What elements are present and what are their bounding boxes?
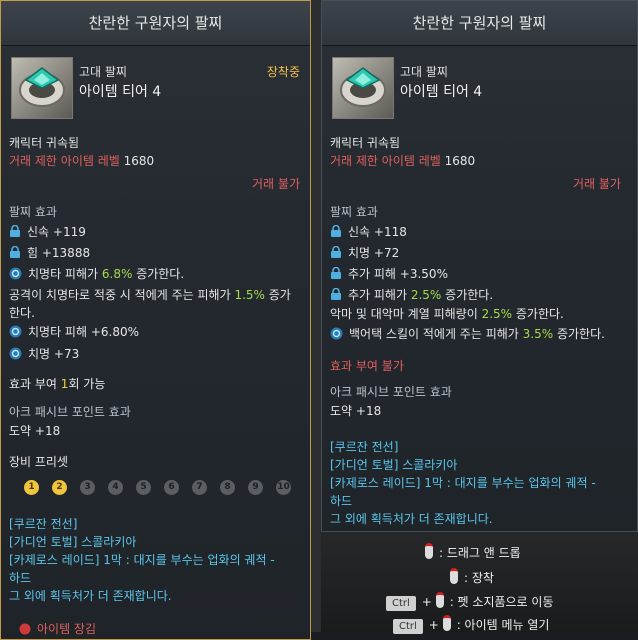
item-title: 찬란한 구원자의 팔찌 (322, 1, 637, 46)
item-title: 찬란한 구원자의 팔찌 (1, 1, 310, 46)
lock-icon (331, 225, 341, 237)
effect-text: 치명 +72 (348, 246, 400, 260)
effect-row: 추가 피해 +3.50% (330, 265, 448, 282)
preset-title: 장비 프리셋 (9, 455, 69, 469)
lock-icon (331, 288, 341, 300)
mouse-button-icon (442, 615, 451, 631)
preset-slot-1[interactable]: 1 (24, 480, 39, 495)
effect-row: 치명타 피해 +6.80% (9, 323, 139, 340)
effect-row: 치명타 피해가 6.8% 증가한다. (9, 265, 184, 282)
mouse-button-icon (435, 592, 444, 608)
preset-slot-6[interactable]: 6 (164, 480, 179, 495)
source-entry: [카제로스 레이드] 1막 : 대지를 부수는 업화의 궤적 - (9, 553, 275, 567)
preset-slot-4[interactable]: 4 (108, 480, 123, 495)
source-entry: 하드 (9, 571, 32, 585)
engraving-effect-icon (330, 327, 343, 340)
effect-row: 추가 피해가 2.5% 증가한다. (330, 286, 493, 303)
trade-limit-label: 거래 제한 아이템 레벨 (330, 154, 441, 168)
bind-status: 캐릭터 귀속됨 (9, 136, 80, 150)
lock-icon (10, 225, 20, 237)
effect-row: 치명 +72 (330, 244, 399, 261)
effect-text: 힘 +13888 (27, 246, 91, 260)
item-grade: 고대 팔찌 (79, 65, 127, 79)
mouse-button-icon (450, 568, 458, 584)
source-entry: [카제로스 레이드] 1막 : 대지를 부수는 업화의 궤적 - (330, 476, 596, 490)
warning-icon (19, 623, 31, 635)
hint-equip: : 장착 (450, 568, 494, 586)
effect-row: 신속 +119 (9, 223, 86, 240)
source-entry: [쿠르잔 전선] (330, 440, 399, 454)
effect-row: 공격이 치명타로 적중 시 적에게 주는 피해가 1.5% 증가 (9, 288, 291, 302)
lock-icon (10, 246, 20, 258)
mouse-button-icon (425, 543, 433, 559)
effect-row: 힘 +13888 (9, 244, 90, 261)
hint-move-to-pet: Ctrl + : 펫 소지품으로 이동 (386, 592, 554, 611)
effect-grant-unavailable: 효과 부여 불가 (330, 359, 404, 373)
preset-slot-9[interactable]: 9 (248, 480, 263, 495)
item-grade: 고대 팔찌 (400, 65, 448, 79)
effect-grant-count: 효과 부여 1회 가능 (9, 377, 106, 391)
engraving-effect-icon (9, 347, 22, 360)
lock-icon (331, 246, 341, 258)
preset-slot-10[interactable]: 10 (276, 480, 291, 495)
trade-status: 거래 불가 (252, 177, 300, 191)
equipped-item-tooltip: 찬란한 구원자의 팔찌 고대 팔찌 아이템 티어 4 장착중 캐릭터 귀속됨 거… (0, 0, 311, 640)
bind-status: 캐릭터 귀속됨 (330, 136, 401, 150)
engraving-effect-icon (9, 267, 22, 280)
compare-item-tooltip: 찬란한 구원자의 팔찌 고대 팔찌 아이템 티어 4 캐릭터 귀속됨 거래 제한… (321, 0, 638, 532)
source-more: 그 외에 획득처가 더 존재합니다. (9, 589, 172, 603)
bracelet-item-icon (11, 57, 73, 119)
source-entry: [가디언 토벌] 스콜라키아 (330, 458, 458, 472)
item-tier: 아이템 티어 4 (79, 84, 162, 100)
hint-item-menu: Ctrl + : 아이템 메뉴 열기 (393, 615, 549, 634)
source-more: 그 외에 획득처가 더 존재합니다. (330, 512, 493, 526)
effect-text: 신속 +119 (27, 225, 86, 239)
trade-limit: 거래 제한 아이템 레벨 1680 (9, 152, 154, 169)
trade-limit: 거래 제한 아이템 레벨 1680 (330, 152, 475, 169)
effects-title: 팔찌 효과 (330, 205, 378, 219)
trade-limit-value: 1680 (444, 154, 476, 168)
bottom-warning: 아이템 장김 (19, 620, 96, 637)
source-entry: [가디언 토벌] 스콜라키아 (9, 535, 137, 549)
game-background-scene (311, 0, 321, 632)
ark-passive-title: 아크 패시브 포인트 효과 (330, 385, 452, 399)
effects-title: 팔찌 효과 (9, 205, 57, 219)
bracelet-item-icon (332, 57, 394, 119)
ark-passive-value: 도약 +18 (330, 404, 382, 418)
effect-text: 추가 피해 +3.50% (348, 267, 448, 281)
preset-slot-2[interactable]: 2 (52, 480, 67, 495)
equipped-badge: 장착중 (266, 65, 300, 79)
lock-icon (331, 267, 341, 279)
trade-limit-value: 1680 (123, 154, 155, 168)
effect-row-continued: 한다. (9, 306, 35, 320)
preset-slot-3[interactable]: 3 (80, 480, 95, 495)
item-tier: 아이템 티어 4 (400, 84, 483, 100)
trade-limit-label: 거래 제한 아이템 레벨 (9, 154, 120, 168)
effect-row: 악마 및 대악마 계열 피해량이 2.5% 증가한다. (330, 307, 564, 321)
effect-row: 치명 +73 (9, 345, 79, 362)
preset-slot-7[interactable]: 7 (192, 480, 207, 495)
source-entry: [쿠르잔 전선] (9, 517, 78, 531)
ctrl-key-icon: Ctrl (386, 596, 416, 611)
effect-row: 백어택 스킬이 적에게 주는 피해가 3.5% 증가한다. (330, 325, 605, 342)
ark-passive-value: 도약 +18 (9, 424, 61, 438)
engraving-effect-icon (9, 325, 22, 338)
effect-text: 신속 +118 (348, 225, 407, 239)
preset-slot-8[interactable]: 8 (220, 480, 235, 495)
effect-row: 신속 +118 (330, 223, 407, 240)
trade-status: 거래 불가 (573, 177, 621, 191)
hint-drag-drop: : 드래그 앤 드롭 (425, 543, 521, 561)
preset-slot-5[interactable]: 5 (136, 480, 151, 495)
effect-text: 치명 +73 (28, 347, 80, 361)
source-entry: 하드 (330, 494, 353, 508)
effect-text: 치명타 피해 +6.80% (28, 325, 140, 339)
ark-passive-title: 아크 패시브 포인트 효과 (9, 405, 131, 419)
